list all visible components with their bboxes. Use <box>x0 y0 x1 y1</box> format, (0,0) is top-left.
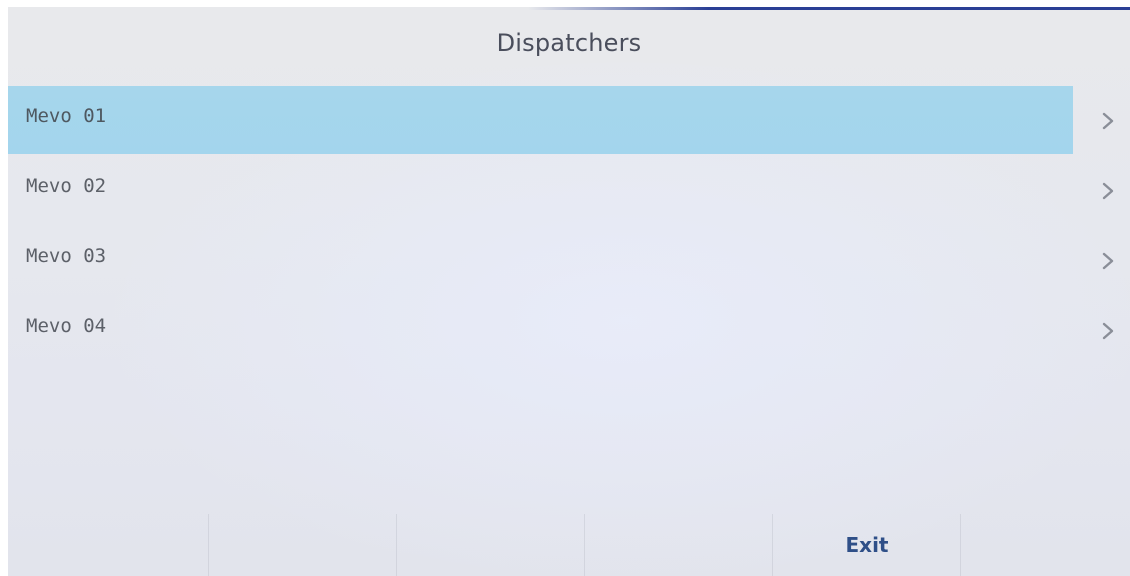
top-edge-accent <box>528 7 1130 10</box>
list-item-label: Mevo 04 <box>26 315 107 337</box>
chevron-right-icon[interactable] <box>1098 181 1118 201</box>
list-item-mevo-03[interactable]: Mevo 03 <box>8 226 1130 296</box>
list-item-label: Mevo 03 <box>26 245 107 267</box>
list-item-label: Mevo 01 <box>26 105 107 127</box>
selection-highlight <box>8 86 1073 154</box>
soft-key-4[interactable] <box>584 514 773 576</box>
chevron-right-icon[interactable] <box>1098 321 1118 341</box>
chevron-right-icon[interactable] <box>1098 251 1118 271</box>
soft-key-2[interactable] <box>208 514 397 576</box>
list-item-label: Mevo 02 <box>26 175 107 197</box>
soft-key-3[interactable] <box>396 514 585 576</box>
soft-key-bar: Exit <box>8 514 1130 576</box>
row-background <box>8 156 1073 224</box>
exit-button[interactable]: Exit <box>772 514 961 576</box>
screen: Dispatchers Mevo 01 Mevo 02 Mevo 03 Mevo… <box>8 7 1130 576</box>
soft-key-6[interactable] <box>960 514 1130 576</box>
page-title: Dispatchers <box>496 29 642 57</box>
device-frame: Dispatchers Mevo 01 Mevo 02 Mevo 03 Mevo… <box>0 0 1130 576</box>
row-background <box>8 296 1073 364</box>
list-item-mevo-04[interactable]: Mevo 04 <box>8 296 1130 366</box>
list-item-mevo-01[interactable]: Mevo 01 <box>8 86 1130 156</box>
list-item-mevo-02[interactable]: Mevo 02 <box>8 156 1130 226</box>
soft-key-1[interactable] <box>8 514 208 576</box>
chevron-right-icon[interactable] <box>1098 111 1118 131</box>
row-background <box>8 226 1073 294</box>
dispatcher-list: Mevo 01 Mevo 02 Mevo 03 Mevo 04 <box>8 86 1130 366</box>
